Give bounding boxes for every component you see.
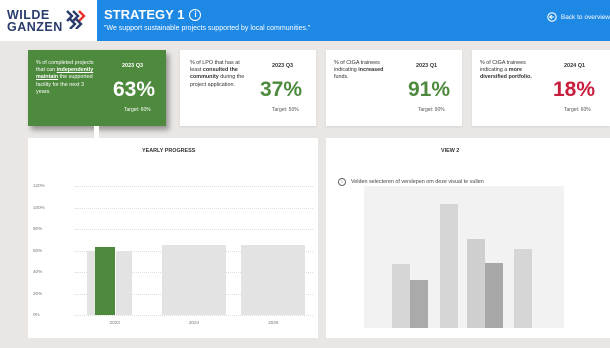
bar-target-2023[interactable] [115, 250, 133, 315]
selection-connector [94, 126, 99, 138]
logo-text-line2: GANZEN [7, 20, 63, 34]
view2-title: VIEW 2 [441, 148, 460, 154]
bar-actual-2023[interactable] [95, 247, 115, 315]
header-bar: WILDE GANZEN STRATEGY 1 i "We support su… [0, 0, 610, 41]
back-arrow-icon [547, 12, 557, 22]
y-tick-label: 60% [33, 247, 43, 253]
view2-panel: VIEW 2 i Velden selecteren of verslepen … [326, 138, 610, 338]
gridline [75, 229, 313, 230]
kpi-card-1[interactable]: % of completed projects that can indepen… [28, 50, 166, 126]
kpi-description: % of CtGA trainees indicating increased … [334, 60, 384, 81]
y-tick-label: 40% [33, 269, 43, 274]
placeholder-bar [440, 204, 458, 328]
y-tick-label: 20% [33, 290, 43, 296]
kpi-period: 2023 Q3 [272, 63, 294, 69]
gridline [75, 315, 313, 316]
y-tick-label: 100% [33, 204, 45, 210]
kpi-description: % of completed projects that can indepen… [36, 60, 94, 95]
y-tick-label: 120% [33, 183, 45, 188]
kpi-period: 2023 Q3 [122, 63, 144, 69]
kpi-card-2[interactable]: % of LPO that has at least consulted the… [180, 50, 316, 126]
placeholder-bar [410, 280, 428, 328]
kpi-value: 18% [553, 78, 596, 101]
kpi-period: 2024 Q1 [564, 63, 586, 69]
yearly-progress-panel: YEARLY PROGRESS 0% 20% 40% 60% 80% 100% 120% 20… [28, 138, 318, 338]
logo: WILDE GANZEN [0, 0, 97, 41]
info-icon: i [338, 178, 346, 186]
placeholder-bar [392, 264, 410, 328]
kpi-value: 91% [408, 78, 451, 101]
dashboard: WILDE GANZEN STRATEGY 1 i "We support su… [0, 0, 610, 348]
x-tick-label: 2025 [268, 320, 279, 325]
kpi-card-3[interactable]: % of CtGA trainees indicating increased … [326, 50, 462, 126]
view2-message-text: Velden selecteren of verslepen om deze v… [351, 179, 484, 185]
kpi-period: 2023 Q1 [416, 63, 438, 69]
page-title: STRATEGY 1 i [104, 7, 202, 22]
kpi-target: Target: 90% [418, 107, 445, 113]
kpi-description: % of LPO that has at least consulted the… [190, 60, 245, 88]
bar-target-2024[interactable] [162, 245, 226, 315]
back-label: Back to overview [560, 13, 610, 21]
geese-logo-icon [66, 10, 86, 29]
chart-title: YEARLY PROGRESS [142, 148, 196, 154]
kpi-value: 37% [260, 78, 303, 101]
gridline [75, 207, 313, 209]
placeholder-visual [364, 186, 564, 328]
bar-target-pad-2023 [87, 250, 96, 315]
placeholder-bar [485, 263, 503, 328]
kpi-description: % of CtGA trainees indicating a more div… [480, 60, 532, 81]
back-to-overview-button[interactable]: Back to overview [547, 12, 610, 22]
kpi-target: Target: 60% [564, 107, 591, 113]
info-icon[interactable]: i [189, 8, 202, 21]
y-tick-label: 0% [33, 312, 40, 317]
kpi-target: Target: 60% [124, 107, 151, 113]
page-subtitle: "We support sustainable projects support… [104, 25, 311, 32]
y-tick-label: 80% [33, 226, 43, 231]
kpi-card-4[interactable]: % of CtGA trainees indicating a more div… [472, 50, 610, 126]
x-tick-label: 2024 [188, 320, 200, 325]
page-title-text: STRATEGY 1 [104, 7, 185, 22]
placeholder-bar [467, 239, 485, 328]
bar-target-2025[interactable] [241, 245, 306, 315]
x-tick-label: 2023 [109, 320, 120, 325]
view2-empty-message: i Velden selecteren of verslepen om deze… [338, 178, 484, 186]
kpi-target: Target: 50% [272, 107, 299, 113]
placeholder-bar [514, 249, 532, 328]
kpi-value: 63% [113, 78, 156, 101]
gridline [75, 186, 313, 187]
